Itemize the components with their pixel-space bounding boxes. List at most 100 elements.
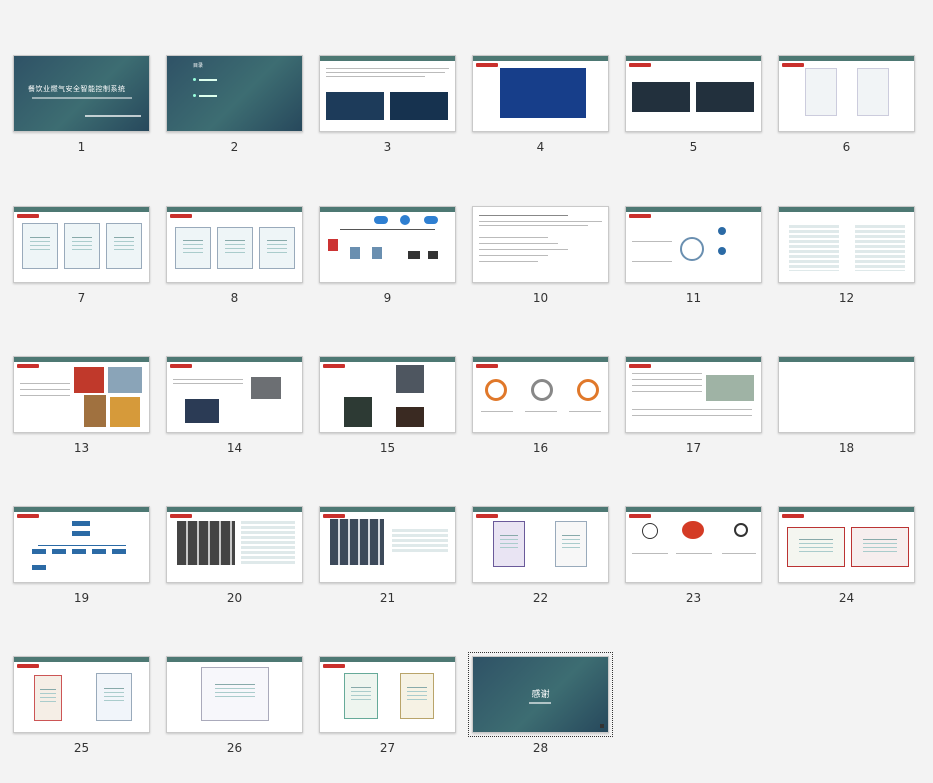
spec-table (855, 225, 905, 271)
text-line (525, 411, 557, 412)
org-chart-node (52, 549, 66, 554)
slide-title: 感谢 (531, 690, 550, 700)
slide-preview[interactable] (778, 55, 915, 132)
slide-thumbnail-25[interactable]: 25 (13, 656, 150, 755)
text-line (632, 391, 702, 392)
header-bar (779, 207, 914, 212)
header-bar (320, 507, 455, 512)
slide-thumbnail-16[interactable]: 16 (472, 356, 609, 455)
header-bar (779, 507, 914, 512)
product-photo (84, 395, 106, 427)
certificate-image (493, 521, 525, 567)
slide-preview[interactable] (625, 356, 762, 433)
slide-preview[interactable] (166, 206, 303, 283)
header-bar (473, 56, 608, 61)
slide-thumbnail-27[interactable]: 27 (319, 656, 456, 755)
certificate-image (400, 673, 434, 719)
slide-thumbnail-5[interactable]: 5 (625, 55, 762, 154)
slide-preview[interactable] (13, 356, 150, 433)
org-chart-line (38, 545, 126, 546)
text-line (326, 72, 445, 73)
slide-preview[interactable] (472, 506, 609, 583)
certificate-image (259, 227, 295, 269)
slide-preview[interactable] (472, 55, 609, 132)
slide-number: 16 (532, 441, 549, 455)
monitor-icon (408, 251, 420, 259)
slide-thumbnail-1[interactable]: 餐饮业燃气安全智能控制系统 1 (13, 55, 150, 154)
slide-thumbnail-26[interactable]: 26 (166, 656, 303, 755)
slide-number: 5 (689, 140, 698, 154)
screenshot-image (390, 92, 448, 120)
slide-preview[interactable] (13, 506, 150, 583)
slide-thumbnail-3[interactable]: 3 (319, 55, 456, 154)
text-line (479, 221, 602, 222)
slide-number: 3 (383, 140, 392, 154)
slide-preview[interactable] (166, 506, 303, 583)
text-line (173, 383, 243, 384)
slide-preview[interactable] (625, 506, 762, 583)
slide-preview[interactable] (625, 206, 762, 283)
text-line (173, 379, 243, 380)
slide-thumbnail-20[interactable]: 20 (166, 506, 303, 605)
slide-preview[interactable] (319, 55, 456, 132)
slide-preview[interactable] (625, 55, 762, 132)
section-tag (476, 364, 498, 368)
slide-thumbnail-2[interactable]: 目录 2 (166, 55, 303, 154)
slide-preview[interactable]: 目录 (166, 55, 303, 132)
slide-preview[interactable] (166, 356, 303, 433)
text-line (479, 249, 568, 250)
slide-preview[interactable] (472, 206, 609, 283)
slide-thumbnail-8[interactable]: 8 (166, 206, 303, 305)
section-tag (17, 514, 39, 518)
slide-preview[interactable] (778, 506, 915, 583)
slide-thumbnail-7[interactable]: 7 (13, 206, 150, 305)
slide-thumbnail-11[interactable]: 11 (625, 206, 762, 305)
header-bar (320, 357, 455, 362)
org-chart-node (72, 549, 86, 554)
slide-thumbnail-24[interactable]: 24 (778, 506, 915, 605)
slide-preview[interactable] (166, 656, 303, 733)
slide-preview[interactable] (319, 356, 456, 433)
header-bar (167, 357, 302, 362)
slide-preview-selected[interactable]: 感谢 (468, 652, 613, 737)
product-photo (344, 397, 372, 427)
slide-preview[interactable] (778, 356, 915, 433)
slide-thumbnail-21[interactable]: 21 (319, 506, 456, 605)
subtitle-line (32, 97, 132, 99)
slide-thumbnail-9[interactable]: 9 (319, 206, 456, 305)
text-line (632, 409, 752, 410)
slide-thumbnail-18[interactable]: 18 (778, 356, 915, 455)
slide-preview[interactable] (778, 206, 915, 283)
section-tag (629, 514, 651, 518)
slide-preview[interactable] (472, 356, 609, 433)
slide-preview[interactable]: 餐饮业燃气安全智能控制系统 (13, 55, 150, 132)
slide-preview[interactable] (13, 656, 150, 733)
slide-preview[interactable] (13, 206, 150, 283)
slide-thumbnail-28[interactable]: 感谢 28 (468, 652, 613, 755)
slide-thumbnail-4[interactable]: 4 (472, 55, 609, 154)
slide-thumbnail-14[interactable]: 14 (166, 356, 303, 455)
text-line (632, 241, 672, 242)
certificate-image (34, 675, 62, 721)
slide-thumbnail-10[interactable]: 10 (472, 206, 609, 305)
slide-thumbnail-6[interactable]: 6 (778, 55, 915, 154)
section-tag (170, 514, 192, 518)
slide-preview[interactable] (319, 206, 456, 283)
slide-preview[interactable] (319, 656, 456, 733)
slide-thumbnail-17[interactable]: 17 (625, 356, 762, 455)
org-chart-node (72, 521, 90, 526)
slide-thumbnail-22[interactable]: 22 (472, 506, 609, 605)
slide-preview[interactable] (319, 506, 456, 583)
text-line (632, 379, 702, 380)
company-line (85, 115, 141, 117)
slide-thumbnail-12[interactable]: 12 (778, 206, 915, 305)
slide-thumbnail-23[interactable]: 23 (625, 506, 762, 605)
text-line (479, 225, 588, 226)
section-tag (629, 214, 651, 218)
valve-icon (328, 239, 338, 251)
slide-thumbnail-19[interactable]: 19 (13, 506, 150, 605)
sensor-icon (718, 227, 726, 235)
subtitle-line (529, 702, 551, 704)
slide-thumbnail-13[interactable]: 13 (13, 356, 150, 455)
slide-thumbnail-15[interactable]: 15 (319, 356, 456, 455)
